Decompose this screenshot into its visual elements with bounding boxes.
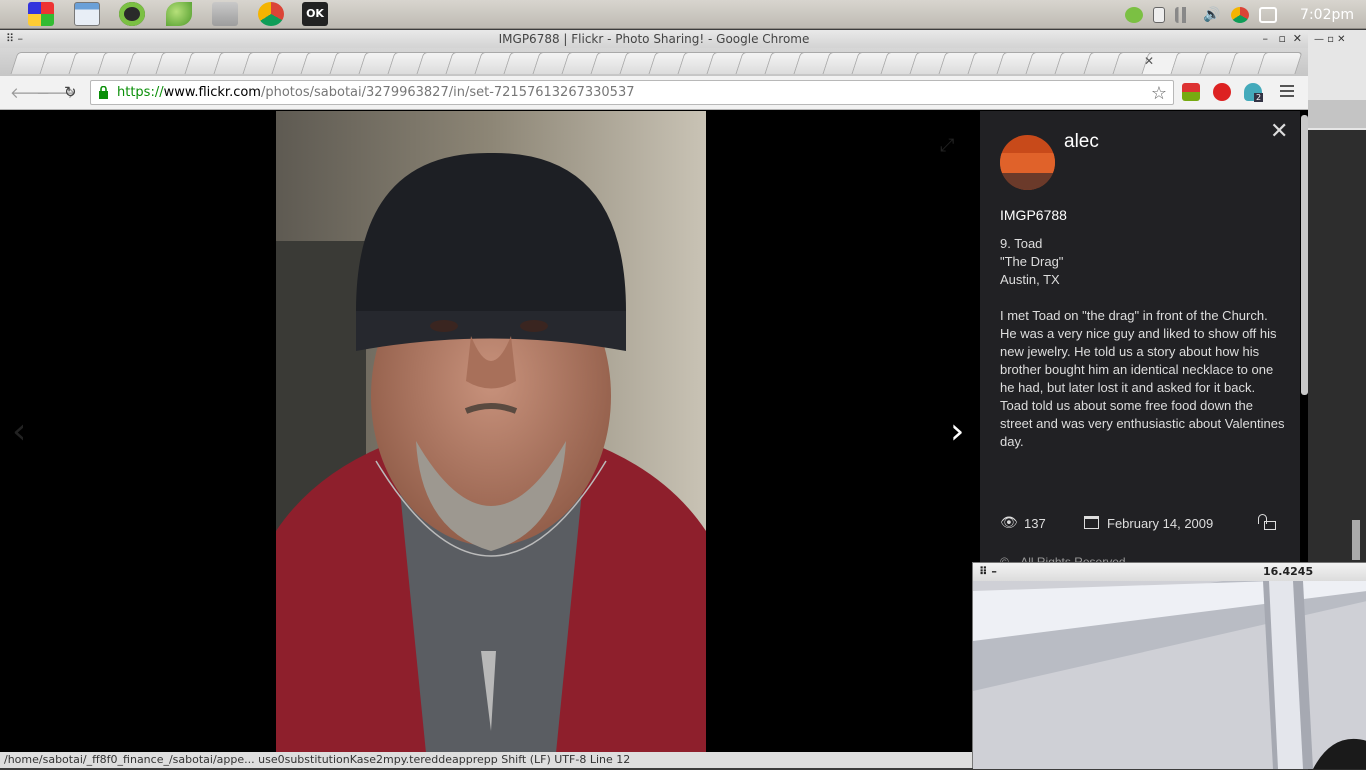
webcam-view <box>973 581 1366 769</box>
window-titlebar[interactable]: ⠿ – IMGP6788 | Flickr - Photo Sharing! -… <box>0 30 1308 48</box>
reload-button[interactable]: ↻ <box>64 83 77 101</box>
description-line: Austin, TX <box>1000 272 1060 287</box>
portrait-image <box>276 111 706 753</box>
clock[interactable]: 7:02pm <box>1300 7 1354 23</box>
page-scrollbar[interactable] <box>1301 115 1308 395</box>
extension-ghost-icon[interactable]: 2 <box>1244 83 1264 102</box>
lock-icon <box>99 86 108 99</box>
tab-close-icon[interactable]: ✕ <box>1144 54 1154 68</box>
tab-strip: ✕ <box>0 48 1308 76</box>
calendar-icon <box>1084 516 1099 529</box>
expand-icon[interactable]: ⤢ <box>940 135 954 156</box>
photo-title: IMGP6788 <box>1000 207 1067 223</box>
system-panel: OK 🔊 7:02pm <box>0 0 1366 29</box>
description-body: I met Toad on "the drag" in front of the… <box>1000 308 1285 449</box>
webcam-window[interactable]: ⠿ – 16.4245 <box>972 562 1366 769</box>
spotify-icon[interactable] <box>119 2 145 26</box>
minimize-button[interactable]: – <box>1263 30 1269 48</box>
webcam-titlebar[interactable]: ⠿ – 16.4245 <box>973 563 1366 581</box>
chrome-icon[interactable] <box>258 2 284 26</box>
description-line: 9. Toad <box>1000 236 1043 251</box>
photo-description: 9. Toad "The Drag" Austin, TX I met Toad… <box>1000 235 1285 469</box>
browser-tab[interactable] <box>1257 52 1303 74</box>
taken-date[interactable]: February 14, 2009 <box>1107 516 1213 531</box>
extension-book-icon[interactable] <box>1182 83 1200 101</box>
address-bar[interactable]: https://www.flickr.com/photos/sabotai/32… <box>90 80 1174 105</box>
window-drag-icon[interactable]: ⠿ – <box>6 30 23 48</box>
close-lightbox-icon[interactable]: ✕ <box>1270 119 1288 144</box>
main-photo <box>276 111 706 753</box>
photo-stats: 👁 137 February 14, 2009 <box>1000 514 1290 534</box>
eye-icon: 👁 <box>1000 514 1018 530</box>
owner-username[interactable]: alec <box>1064 131 1099 153</box>
view-count: 137 <box>1024 516 1046 531</box>
background-editor-statusbar: /home/sabotai/_ff8f0_finance_/sabotai/ap… <box>0 752 975 768</box>
system-tray: 🔊 7:02pm <box>1120 0 1366 29</box>
window-title: IMGP6788 | Flickr - Photo Sharing! - Goo… <box>498 32 810 46</box>
browser-toolbar: 🡐 🡒 ↻ https://www.flickr.com/photos/sabo… <box>0 76 1308 110</box>
unlock-icon[interactable] <box>1258 514 1276 530</box>
spotify-tray-icon[interactable] <box>1125 6 1144 23</box>
battery-icon[interactable] <box>1259 6 1278 23</box>
windows-logo-icon[interactable] <box>28 2 54 26</box>
clipboard-icon[interactable] <box>1153 6 1166 23</box>
chrome-tray-icon[interactable] <box>1231 6 1250 23</box>
previous-photo-arrow-icon[interactable]: ‹ <box>12 411 26 452</box>
webcam-value: 16.4245 <box>1263 565 1314 578</box>
next-photo-arrow-icon[interactable]: › <box>950 411 964 452</box>
chrome-menu-icon[interactable] <box>1280 85 1294 100</box>
volume-icon[interactable]: 🔊 <box>1203 7 1221 23</box>
signal-icon[interactable] <box>1175 6 1194 23</box>
leaf-app-icon[interactable] <box>166 2 192 26</box>
window-drag-icon[interactable]: ⠿ – <box>979 563 997 581</box>
bookmark-star-icon[interactable]: ☆ <box>1151 82 1167 104</box>
background-window-controls[interactable]: — ▫ ✕ <box>1314 34 1346 45</box>
extension-stop-icon[interactable] <box>1213 83 1231 101</box>
url-host: www.flickr.com <box>163 85 261 100</box>
url-scheme: https:// <box>117 85 164 100</box>
maximize-button[interactable]: ▫ <box>1279 30 1286 48</box>
url-path: /photos/sabotai/3279963827/in/set-721576… <box>260 85 635 100</box>
close-window-button[interactable]: ✕ <box>1293 30 1302 48</box>
description-line: "The Drag" <box>1000 254 1064 269</box>
file-manager-window-icon[interactable] <box>74 2 100 26</box>
ok-app-icon[interactable]: OK <box>302 2 328 26</box>
folder-icon[interactable] <box>212 2 238 26</box>
avatar[interactable] <box>1000 135 1055 190</box>
extension-badge: 2 <box>1254 93 1264 102</box>
